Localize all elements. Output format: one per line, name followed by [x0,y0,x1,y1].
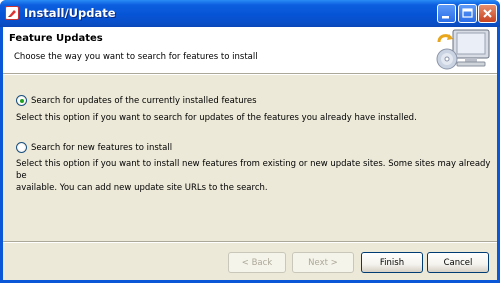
header-separator [3,73,497,75]
option-new-features-description: Select this option if you want to instal… [16,158,491,194]
radio-update-installed[interactable] [16,95,27,106]
option-new-features-description-line-1: Select this option if you want to instal… [16,159,491,181]
next-button[interactable]: Next > [292,252,354,273]
option-update-installed-label[interactable]: Search for updates of the currently inst… [31,96,257,106]
close-button[interactable] [478,4,497,23]
page-title: Feature Updates [9,33,103,44]
maximize-button[interactable] [458,4,477,23]
wizard-header: Feature Updates Choose the way you want … [3,27,497,73]
monitor-cd-update-icon [436,29,490,70]
minimize-button[interactable] [437,4,456,23]
page-description: Choose the way you want to search for fe… [14,52,258,62]
option-update-installed-description: Select this option if you want to search… [16,113,417,123]
dialog-client-area: Feature Updates Choose the way you want … [3,27,497,280]
footer-separator [3,241,497,243]
option-new-features[interactable]: Search for new features to install [16,142,172,153]
title-bar[interactable]: Install/Update [0,0,500,27]
back-button[interactable]: < Back [228,252,286,273]
install-update-window: Install/Update Feature Updates Choose th… [0,0,500,283]
option-new-features-description-line-2: available. You can add new update site U… [16,183,268,193]
app-icon [5,6,19,20]
cancel-button[interactable]: Cancel [427,252,489,273]
option-new-features-label[interactable]: Search for new features to install [31,143,172,153]
option-update-installed[interactable]: Search for updates of the currently inst… [16,95,257,106]
finish-button[interactable]: Finish [361,252,423,273]
radio-new-features[interactable] [16,142,27,153]
window-title: Install/Update [24,6,116,20]
